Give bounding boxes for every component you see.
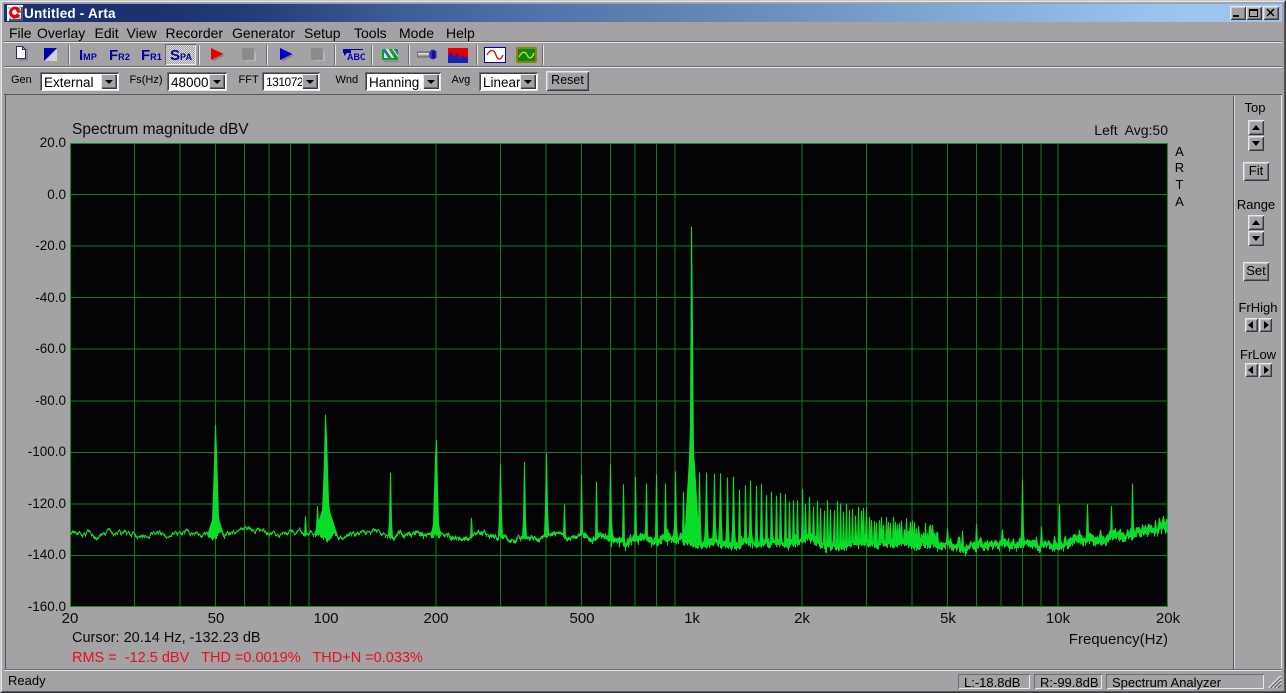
svg-text:ABC: ABC — [347, 52, 365, 62]
